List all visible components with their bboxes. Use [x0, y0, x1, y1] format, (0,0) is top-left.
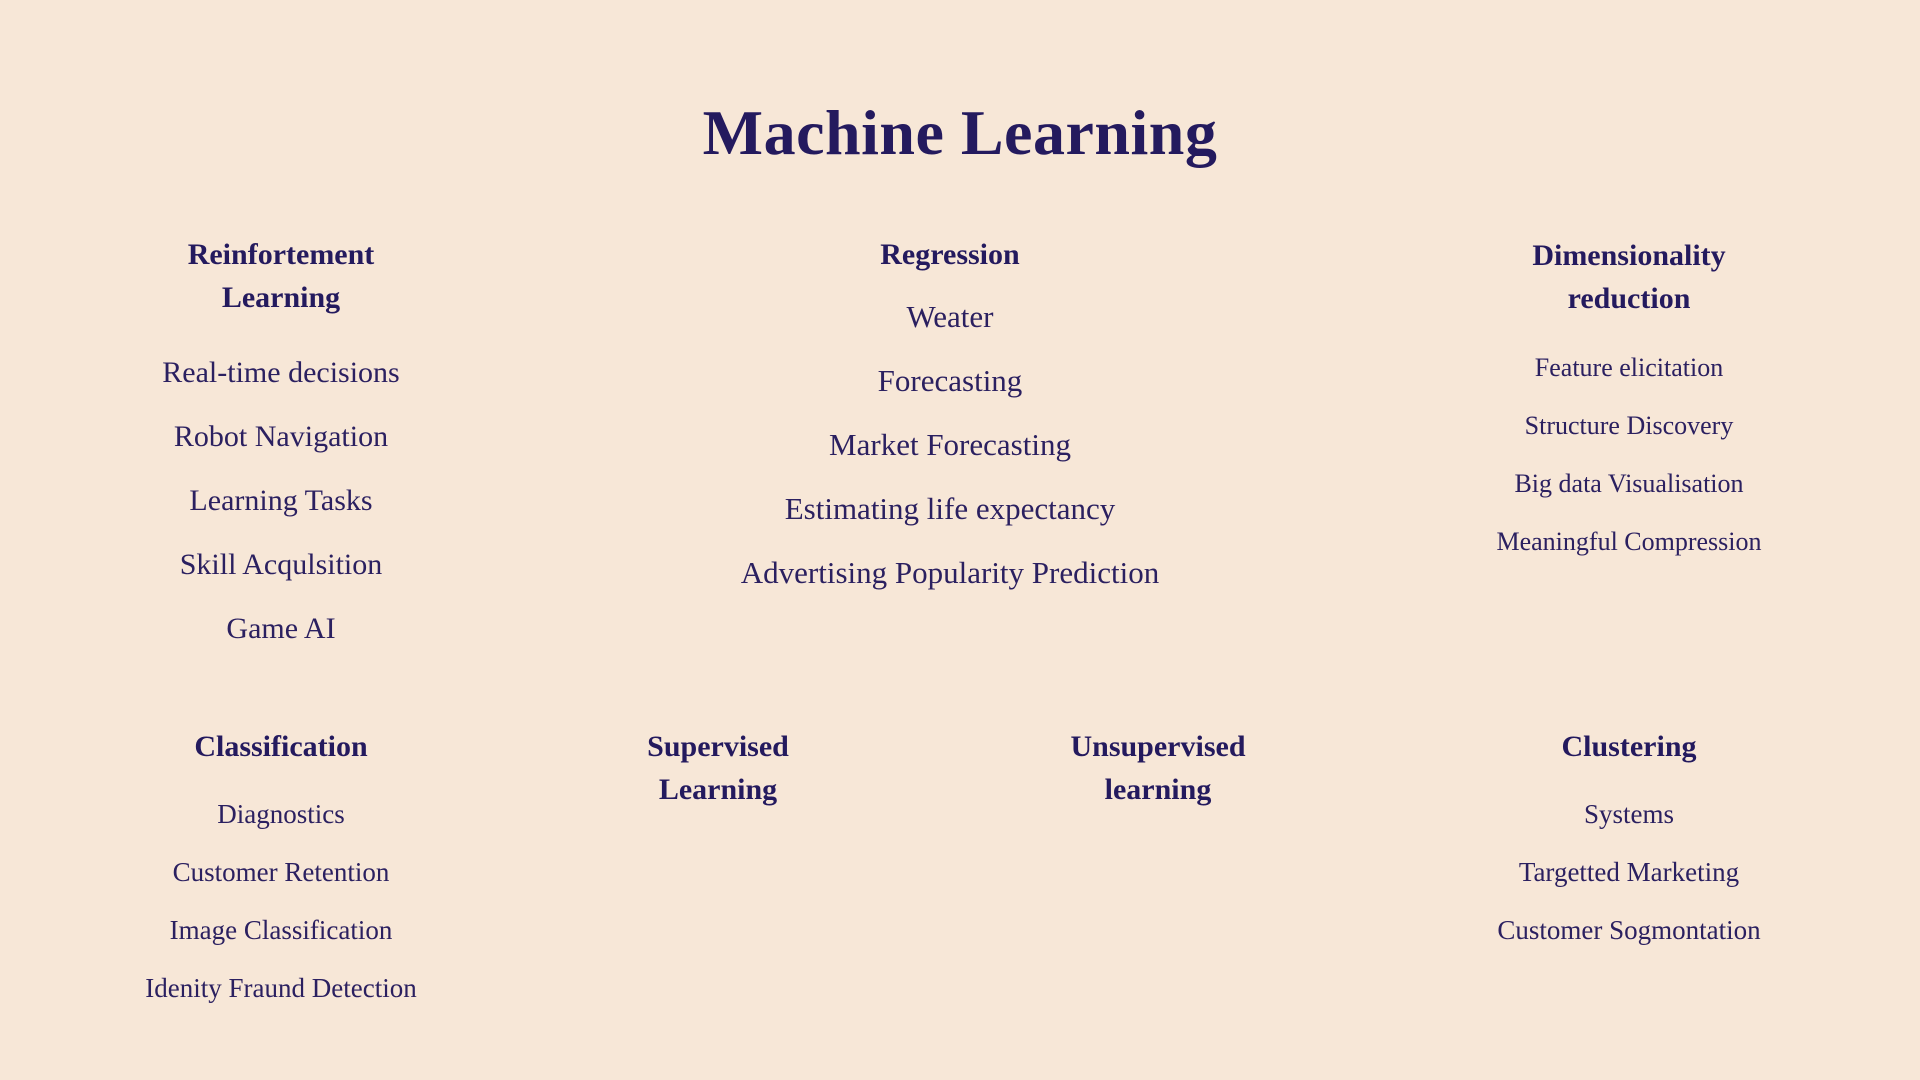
- slide-canvas: Machine Learning Reinfortement Learning …: [0, 0, 1920, 1080]
- list-item: Structure Discovery: [1524, 411, 1734, 440]
- list-item: Weater: [906, 299, 994, 334]
- list-item: Skill Acqulsition: [179, 548, 383, 581]
- column-items-reinforcement-learning: Real-time decisions Robot Navigation Lea…: [71, 341, 491, 661]
- column-items-dimensionality-reduction: Feature elicitation Structure Discovery …: [1409, 339, 1849, 571]
- list-item: Diagnostics: [217, 799, 345, 829]
- list-item: Targetted Marketing: [1518, 857, 1740, 887]
- column-heading-classification: Classification: [194, 730, 368, 763]
- list-item: Real-time decisions: [162, 356, 400, 389]
- list-item: Feature elicitation: [1534, 353, 1724, 382]
- column-classification: Classification Diagnostics Customer Rete…: [61, 725, 501, 1017]
- column-items-regression: Weater Forecasting Market Forecasting Es…: [640, 285, 1260, 605]
- list-item: Estimating life expectancy: [784, 491, 1116, 526]
- list-item: Systems: [1583, 799, 1675, 829]
- column-supervised-learning: Supervised Learning: [538, 725, 898, 811]
- list-item: Learning Tasks: [189, 484, 373, 517]
- column-heading-regression: Regression: [880, 238, 1020, 271]
- list-item: Idenity Fraund Detection: [145, 973, 417, 1003]
- list-item: Market Forecasting: [829, 427, 1071, 462]
- column-heading-supervised-learning: Supervised Learning: [647, 730, 789, 806]
- column-unsupervised-learning: Unsupervised learning: [978, 725, 1338, 811]
- list-item: Meaningful Compression: [1496, 527, 1762, 556]
- list-item: Customer Retention: [172, 857, 390, 887]
- list-item: Game AI: [226, 612, 336, 645]
- list-item: Robot Navigation: [173, 420, 389, 453]
- column-dimensionality-reduction: Dimensionality reduction Feature elicita…: [1409, 234, 1849, 571]
- column-items-clustering: Systems Targetted Marketing Customer Sog…: [1409, 785, 1849, 959]
- column-items-classification: Diagnostics Customer Retention Image Cla…: [61, 785, 501, 1017]
- column-reinforcement-learning: Reinfortement Learning Real-time decisio…: [71, 233, 491, 661]
- column-clustering: Clustering Systems Targetted Marketing C…: [1409, 725, 1849, 959]
- list-item: Big data Visualisation: [1514, 469, 1744, 498]
- list-item: Customer Sogmontation: [1497, 915, 1761, 945]
- column-heading-reinforcement-learning: Reinfortement Learning: [187, 238, 375, 314]
- column-regression: Regression Weater Forecasting Market For…: [640, 233, 1260, 605]
- column-heading-unsupervised-learning: Unsupervised learning: [1070, 730, 1246, 806]
- column-heading-clustering: Clustering: [1561, 730, 1697, 763]
- list-item: Forecasting: [877, 363, 1023, 398]
- list-item: Advertising Popularity Prediction: [740, 555, 1160, 590]
- column-heading-dimensionality-reduction: Dimensionality reduction: [1532, 239, 1726, 315]
- list-item: Image Classification: [169, 915, 393, 945]
- page-title: Machine Learning: [702, 96, 1218, 168]
